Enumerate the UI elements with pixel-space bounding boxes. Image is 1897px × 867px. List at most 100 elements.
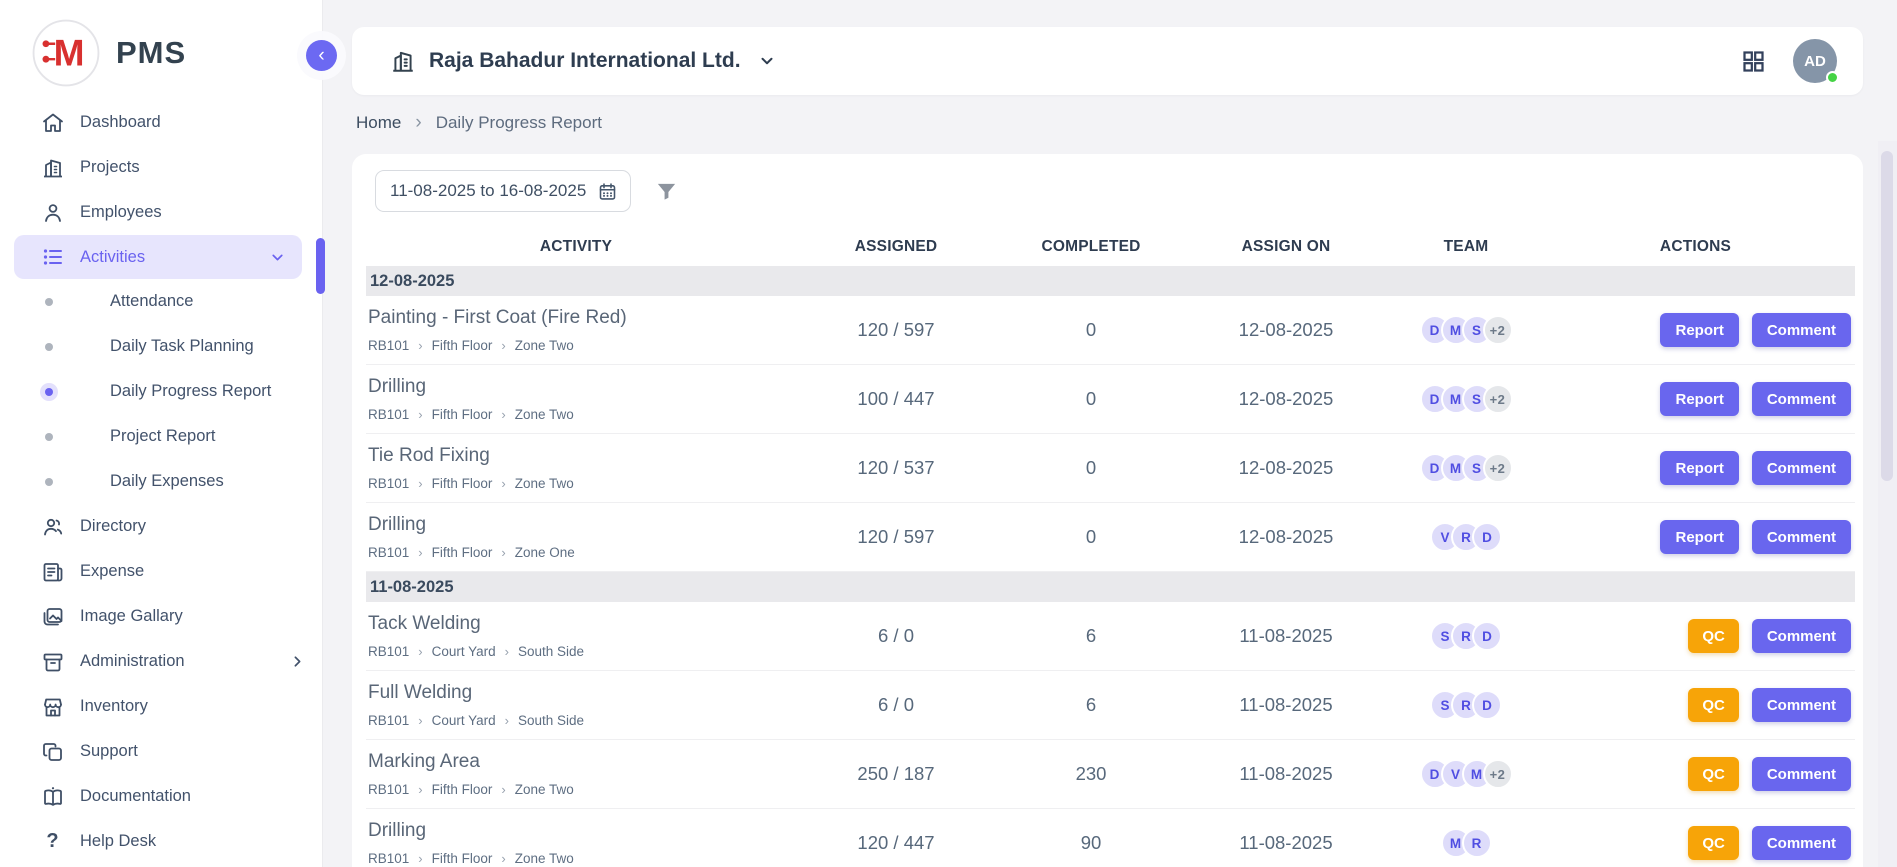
- comment-button[interactable]: Comment: [1752, 757, 1851, 791]
- breadcrumb: Home › Daily Progress Report: [356, 110, 1863, 136]
- scrollbar-thumb[interactable]: [1881, 151, 1893, 481]
- sidebar-subitem-project-report[interactable]: Project Report: [0, 414, 322, 459]
- filter-funnel-icon[interactable]: [655, 180, 678, 203]
- chevron-right-icon: ›: [418, 783, 422, 796]
- sidebar-item-administration[interactable]: Administration: [0, 639, 322, 684]
- bullet-icon: [45, 478, 53, 486]
- more-members-badge[interactable]: +2: [1483, 453, 1513, 483]
- activity-name: Marking Area: [368, 751, 778, 773]
- table-body: 12-08-2025 Painting - First Coat (Fire R…: [366, 266, 1855, 867]
- assign-on-value: 12-08-2025: [1176, 319, 1396, 341]
- activity-name: Painting - First Coat (Fire Red): [368, 307, 778, 329]
- team-avatars: DMS+2: [1396, 384, 1536, 414]
- svg-text:M: M: [54, 31, 85, 73]
- sidebar-item-label: Directory: [80, 517, 146, 536]
- assigned-value: 100 / 447: [786, 388, 1006, 410]
- sidebar-item-label: Project Report: [110, 427, 215, 446]
- comment-button[interactable]: Comment: [1752, 451, 1851, 485]
- assigned-value: 120 / 537: [786, 457, 1006, 479]
- more-members-badge[interactable]: +2: [1483, 315, 1513, 345]
- sidebar-item-label: Dashboard: [80, 113, 161, 132]
- activity-path: RB101›Fifth Floor›Zone One: [368, 545, 778, 560]
- member-avatar[interactable]: D: [1472, 690, 1502, 720]
- comment-button[interactable]: Comment: [1752, 619, 1851, 653]
- path-segment: Court Yard: [432, 713, 496, 728]
- chevron-right-icon: ›: [501, 339, 505, 352]
- sidebar-item-label: Expense: [80, 562, 144, 581]
- report-button[interactable]: Report: [1660, 451, 1738, 485]
- chevron-right-icon: ›: [501, 477, 505, 490]
- col-team: TEAM: [1396, 238, 1536, 256]
- chevron-right-icon: ›: [501, 546, 505, 559]
- comment-button[interactable]: Comment: [1752, 313, 1851, 347]
- sidebar-subitem-daily-progress-report[interactable]: Daily Progress Report: [0, 369, 322, 414]
- assigned-value: 250 / 187: [786, 763, 1006, 785]
- sidebar-subitem-daily-task-planning[interactable]: Daily Task Planning: [0, 324, 322, 369]
- report-button[interactable]: Report: [1660, 313, 1738, 347]
- path-segment: South Side: [518, 644, 584, 659]
- report-button[interactable]: Report: [1660, 382, 1738, 416]
- sidebar-subitem-daily-expenses[interactable]: Daily Expenses: [0, 459, 322, 504]
- person-icon: [40, 200, 65, 225]
- sidebar-collapse-button[interactable]: ‹: [306, 40, 337, 71]
- comment-button[interactable]: Comment: [1752, 520, 1851, 554]
- sidebar-item-label: Projects: [80, 158, 140, 177]
- path-segment: Fifth Floor: [432, 851, 493, 866]
- activity-cell: Full Welding RB101›Court Yard›South Side: [366, 676, 786, 734]
- sidebar-subitem-attendance[interactable]: Attendance: [0, 279, 322, 324]
- chevron-right-icon: ›: [501, 408, 505, 421]
- chevron-right-icon: ›: [418, 339, 422, 352]
- completed-value: 6: [1006, 625, 1176, 647]
- comment-button[interactable]: Comment: [1752, 688, 1851, 722]
- breadcrumb-home-link[interactable]: Home: [356, 113, 401, 133]
- sidebar-item-employees[interactable]: Employees: [0, 190, 322, 235]
- sidebar-item-label: Documentation: [80, 787, 191, 806]
- filter-bar: 11-08-2025 to 16-08-2025: [366, 170, 1855, 212]
- bullet-icon: [45, 343, 53, 351]
- sidebar-item-expense[interactable]: Expense: [0, 549, 322, 594]
- comment-button[interactable]: Comment: [1752, 826, 1851, 860]
- scrollbar-track[interactable]: [1878, 141, 1897, 867]
- activity-cell: Tack Welding RB101›Court Yard›South Side: [366, 607, 786, 665]
- path-segment: South Side: [518, 713, 584, 728]
- sidebar-item-projects[interactable]: Projects: [0, 145, 322, 190]
- user-avatar[interactable]: AD: [1793, 39, 1837, 83]
- qc-button[interactable]: QC: [1688, 619, 1739, 653]
- chevron-right-icon: ›: [418, 852, 422, 865]
- qc-button[interactable]: QC: [1688, 826, 1739, 860]
- report-button[interactable]: Report: [1660, 520, 1738, 554]
- col-completed: COMPLETED: [1006, 238, 1176, 256]
- app-root: M PMS DashboardProjectsEmployeesActiviti…: [0, 0, 1897, 867]
- more-members-badge[interactable]: +2: [1483, 759, 1513, 789]
- row-actions: Report Comment: [1536, 520, 1855, 554]
- company-selector[interactable]: Raja Bahadur International Ltd.: [390, 48, 776, 74]
- more-members-badge[interactable]: +2: [1483, 384, 1513, 414]
- sidebar-item-activities[interactable]: Activities: [14, 235, 302, 279]
- comment-button[interactable]: Comment: [1752, 382, 1851, 416]
- sidebar-item-inventory[interactable]: Inventory: [0, 684, 322, 729]
- date-range-input[interactable]: 11-08-2025 to 16-08-2025: [375, 170, 631, 212]
- apps-grid-icon[interactable]: [1740, 48, 1767, 75]
- activity-path: RB101›Fifth Floor›Zone Two: [368, 407, 778, 422]
- qc-button[interactable]: QC: [1688, 757, 1739, 791]
- sidebar-item-label: Help Desk: [80, 832, 156, 851]
- sidebar-item-dashboard[interactable]: Dashboard: [0, 100, 322, 145]
- member-avatar[interactable]: D: [1472, 522, 1502, 552]
- member-avatar[interactable]: D: [1472, 621, 1502, 651]
- calendar-icon: [597, 181, 618, 202]
- sidebar-item-support[interactable]: Support: [0, 729, 322, 774]
- invoice-icon: [40, 559, 65, 584]
- sidebar-item-image-gallary[interactable]: Image Gallary: [0, 594, 322, 639]
- sidebar-item-documentation[interactable]: Documentation: [0, 774, 322, 819]
- activity-cell: Drilling RB101›Fifth Floor›Zone One: [366, 508, 786, 566]
- member-avatar[interactable]: R: [1462, 828, 1492, 858]
- completed-value: 0: [1006, 319, 1176, 341]
- team-avatars: DMS+2: [1396, 453, 1536, 483]
- assigned-value: 120 / 597: [786, 319, 1006, 341]
- qc-button[interactable]: QC: [1688, 688, 1739, 722]
- sidebar-item-help-desk[interactable]: ?Help Desk: [0, 819, 322, 864]
- path-segment: Zone Two: [515, 407, 574, 422]
- activity-cell: Tie Rod Fixing RB101›Fifth Floor›Zone Tw…: [366, 439, 786, 497]
- sidebar-item-directory[interactable]: Directory: [0, 504, 322, 549]
- bullet-icon: [45, 388, 53, 396]
